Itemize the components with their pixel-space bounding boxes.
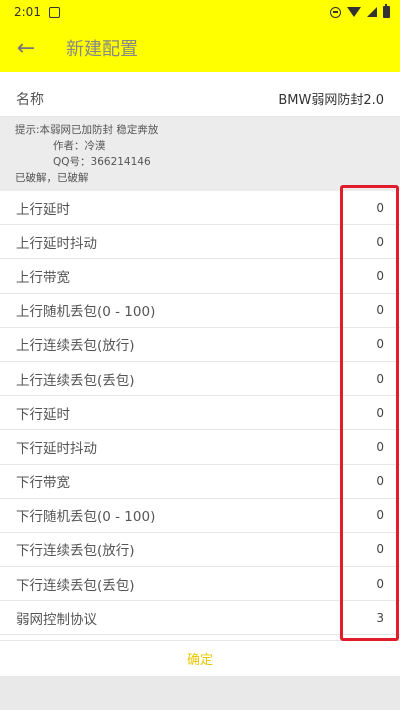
setting-row-download-delay[interactable]: 下行延时 0 [0,396,400,431]
setting-value: 0 [376,508,384,523]
setting-row-download-burst-loss[interactable]: 下行连续丢包(丢包) 0 [0,567,400,602]
info-block: 提示:本弱网已加防封 稳定奔放 作者：冷漠 QQ号：366214146 已破解，… [0,117,400,191]
setting-row-download-burst-pass[interactable]: 下行连续丢包(放行) 0 [0,532,400,568]
info-author: 作者：冷漠 [53,140,106,152]
settings-list: 上行延时 0 上行延时抖动 0 上行带宽 0 上行随机丢包(0 - 100) 0… [0,191,400,636]
setting-label: 上行延时抖动 [16,235,97,252]
setting-label: 上行带宽 [16,269,70,286]
setting-value: 0 [376,542,384,557]
setting-label: 上行随机丢包(0 - 100) [16,304,156,321]
setting-row-download-random-loss[interactable]: 下行随机丢包(0 - 100) 0 [0,498,400,533]
setting-value: 0 [376,200,384,215]
status-bar: 2:01 [0,0,400,24]
setting-label: 上行延时 [16,201,70,218]
setting-label: 下行随机丢包(0 - 100) [16,509,156,526]
setting-value: 0 [376,337,384,352]
bottom-strip [0,676,400,710]
name-label: 名称 [16,91,44,108]
page-title: 新建配置 [66,39,138,60]
setting-value: 0 [376,371,384,386]
setting-value: 0 [376,303,384,318]
setting-value: 0 [376,576,384,591]
name-value: BMW弱网防封2.0 [278,93,384,108]
setting-label: 下行带宽 [16,475,70,492]
setting-value: 3 [376,610,384,625]
setting-value: 0 [376,474,384,489]
info-note: 已破解，已破解 [15,172,89,184]
app-bar: ← 新建配置 [0,24,400,72]
info-qq: QQ号：366214146 [53,156,151,168]
setting-value: 0 [376,405,384,420]
setting-row-upload-burst-pass[interactable]: 上行连续丢包(放行) 0 [0,327,400,362]
setting-row-download-jitter[interactable]: 下行延时抖动 0 [0,430,400,465]
setting-label: 下行连续丢包(丢包) [16,577,135,594]
confirm-bar: 确定 [0,640,400,676]
setting-label: 弱网控制协议 [16,611,97,628]
setting-row-upload-jitter[interactable]: 上行延时抖动 0 [0,225,400,260]
setting-label: 上行连续丢包(丢包) [16,372,135,389]
setting-row-upload-delay[interactable]: 上行延时 0 [0,191,400,226]
setting-label: 下行延时 [16,406,70,423]
setting-label: 下行延时抖动 [16,440,97,457]
status-time: 2:01 [14,5,41,19]
setting-row-upload-burst-loss[interactable]: 上行连续丢包(丢包) 0 [0,361,400,397]
setting-row-upload-bandwidth[interactable]: 上行带宽 0 [0,259,400,294]
do-not-disturb-icon [330,6,341,18]
setting-row-upload-random-loss[interactable]: 上行随机丢包(0 - 100) 0 [0,293,400,328]
setting-label: 下行连续丢包(放行) [16,543,135,560]
name-row[interactable]: 名称 BMW弱网防封2.0 [0,81,400,117]
battery-icon [383,4,390,18]
setting-label: 上行连续丢包(放行) [16,338,135,355]
setting-value: 0 [376,234,384,249]
setting-value: 0 [376,439,384,454]
confirm-button[interactable]: 确定 [187,649,213,668]
setting-row-protocol[interactable]: 弱网控制协议 3 [0,601,400,636]
info-tip: 提示:本弱网已加防封 稳定奔放 [15,124,159,136]
notification-icon [48,6,60,18]
signal-icon [367,7,377,17]
wifi-icon [347,7,361,17]
setting-row-download-bandwidth[interactable]: 下行带宽 0 [0,464,400,499]
setting-value: 0 [376,268,384,283]
back-arrow-icon[interactable]: ← [2,24,50,72]
